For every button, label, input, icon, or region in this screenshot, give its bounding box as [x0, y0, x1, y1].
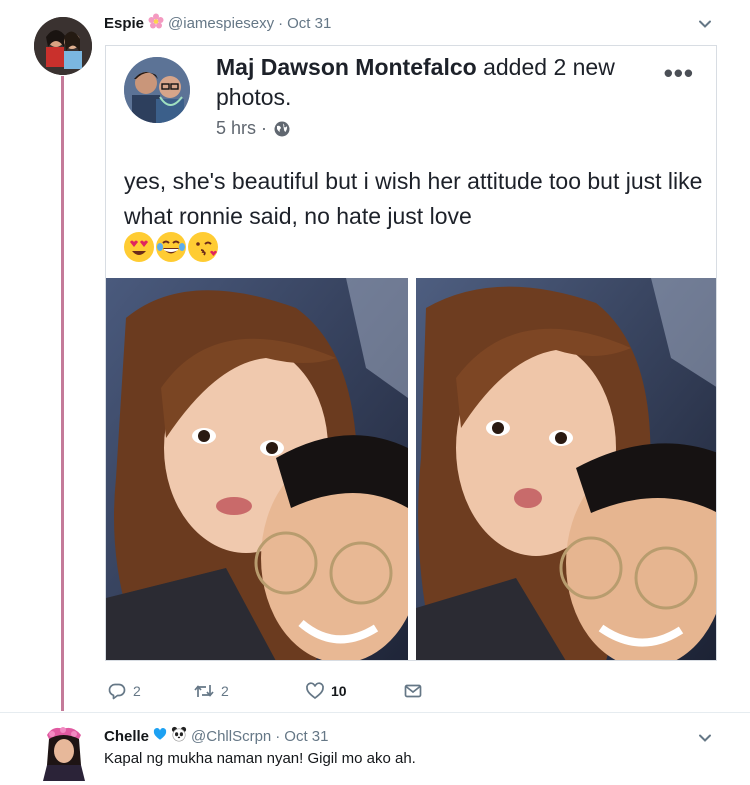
reply-avatar[interactable] — [43, 725, 85, 781]
post-author-avatar — [124, 57, 190, 123]
envelope-icon — [404, 684, 422, 698]
separator: · — [275, 727, 281, 745]
kissing-face-emoji-icon — [188, 232, 218, 262]
emoji-row — [124, 232, 218, 262]
heart-icon — [306, 682, 324, 700]
thread-connector — [61, 76, 64, 711]
tweet-actions: 2 2 10 — [107, 680, 423, 702]
embedded-photo-card[interactable]: Maj Dawson Montefalco added 2 new photos… — [105, 45, 717, 661]
reply-header: Chelle @ChllScrpn · Oct 31 — [104, 726, 328, 746]
tweet-date[interactable]: Oct 31 — [287, 15, 331, 32]
tears-of-joy-emoji-icon — [156, 232, 186, 262]
post-title: Maj Dawson Montefalco added 2 new photos… — [216, 52, 646, 112]
like-button[interactable]: 10 — [305, 680, 403, 702]
retweet-icon — [194, 685, 214, 697]
retweet-count: 2 — [221, 683, 229, 699]
flower-emoji-icon — [148, 13, 164, 33]
reply-date[interactable]: Oct 31 — [284, 728, 328, 745]
author-name[interactable]: Espie — [104, 15, 144, 32]
blue-heart-icon — [153, 727, 167, 745]
heart-eyes-emoji-icon — [124, 232, 154, 262]
tweet-header: Espie @iamespiesexy · Oct 31 — [104, 13, 331, 33]
post-text: yes, she's beautiful but i wish her atti… — [124, 168, 703, 229]
like-count: 10 — [331, 683, 347, 699]
direct-message-button[interactable] — [403, 680, 423, 702]
reply-text: Kapal ng mukha naman nyan! Gigil mo ako … — [104, 750, 416, 767]
reply-author-name[interactable]: Chelle — [104, 728, 149, 745]
globe-icon — [274, 121, 290, 136]
separator: · — [278, 14, 284, 32]
reply-button[interactable]: 2 — [107, 680, 193, 702]
post-photo-2[interactable] — [416, 278, 716, 660]
post-meta: 5 hrs · — [216, 118, 291, 139]
reply-icon — [108, 683, 126, 700]
reply-count: 2 — [133, 683, 141, 699]
panda-icon — [171, 726, 187, 746]
chevron-down-icon[interactable] — [698, 17, 712, 31]
reply-author-handle[interactable]: @ChllScrpn — [191, 728, 271, 745]
tweet-divider — [0, 712, 750, 713]
more-options-icon: ••• — [663, 58, 694, 88]
author-handle[interactable]: @iamespiesexy — [168, 15, 274, 32]
retweet-button[interactable]: 2 — [193, 680, 305, 702]
chevron-down-icon[interactable] — [698, 731, 712, 745]
post-author: Maj Dawson Montefalco — [216, 54, 477, 80]
post-photo-1[interactable] — [106, 278, 408, 660]
post-time: 5 hrs · — [216, 118, 268, 138]
avatar[interactable] — [34, 17, 92, 75]
